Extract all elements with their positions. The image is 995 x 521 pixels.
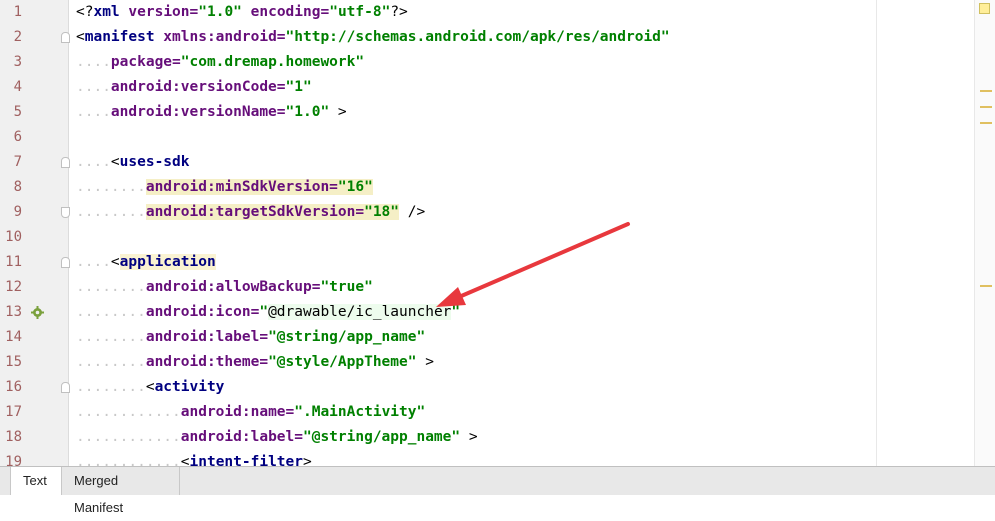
code-line-15: ........android:theme="@style/AppTheme" … — [76, 354, 434, 370]
tab-text[interactable]: Text — [10, 467, 62, 495]
code-line-12: ........android:allowBackup="true" — [76, 279, 373, 295]
code-editor[interactable]: 1 2 3 4 5 6 7 8 9 10 11 12 13 14 15 16 1… — [0, 0, 995, 466]
code-line-7: ....<uses-sdk — [76, 154, 190, 170]
line-number: 9 — [13, 204, 22, 220]
code-line-13: ........android:icon="@drawable/ic_launc… — [76, 304, 461, 320]
inspection-status-icon[interactable] — [979, 3, 990, 14]
code-line-19: ............<intent-filter> — [76, 454, 312, 466]
editor-bottom-tabs: Text Merged Manifest — [0, 466, 995, 515]
line-number-gutter: 1 2 3 4 5 6 7 8 9 10 11 12 13 14 15 16 1… — [0, 0, 70, 466]
line-number: 8 — [13, 179, 22, 195]
code-line-9: ........android:targetSdkVersion="18" /> — [76, 204, 426, 220]
line-number: 11 — [5, 254, 22, 270]
error-stripe[interactable] — [974, 0, 995, 466]
line-number: 10 — [5, 229, 22, 245]
fold-toggle-icon[interactable] — [61, 32, 70, 43]
fold-toggle-icon[interactable] — [61, 157, 70, 168]
line-number: 19 — [5, 454, 22, 466]
fold-toggle-icon[interactable] — [61, 257, 70, 268]
line-number: 1 — [13, 4, 22, 20]
code-line-17: ............android:name=".MainActivity" — [76, 404, 426, 420]
code-line-2: <manifest xmlns:android="http://schemas.… — [76, 29, 670, 45]
code-line-3: ....package="com.dremap.homework" — [76, 54, 365, 70]
warning-marker[interactable] — [980, 285, 992, 287]
gear-icon[interactable] — [31, 306, 44, 319]
line-number: 5 — [13, 104, 22, 120]
line-number: 18 — [5, 429, 22, 445]
line-number: 7 — [13, 154, 22, 170]
code-line-8: ........android:minSdkVersion="16" — [76, 179, 373, 195]
line-number: 3 — [13, 54, 22, 70]
code-line-14: ........android:label="@string/app_name" — [76, 329, 426, 345]
line-number: 14 — [5, 329, 22, 345]
warning-marker[interactable] — [980, 106, 992, 108]
code-line-5: ....android:versionName="1.0" > — [76, 104, 347, 120]
tab-merged-manifest[interactable]: Merged Manifest — [62, 467, 180, 515]
line-number: 17 — [5, 404, 22, 420]
code-line-16: ........<activity — [76, 379, 225, 395]
fold-toggle-icon[interactable] — [61, 382, 70, 393]
line-number: 6 — [13, 129, 22, 145]
line-number: 16 — [5, 379, 22, 395]
fold-toggle-icon[interactable] — [61, 207, 70, 218]
line-number: 13 — [5, 304, 22, 320]
line-number: 4 — [13, 79, 22, 95]
right-margin-guide — [876, 0, 877, 466]
line-number: 12 — [5, 279, 22, 295]
code-line-4: ....android:versionCode="1" — [76, 79, 312, 95]
code-line-18: ............android:label="@string/app_n… — [76, 429, 478, 445]
line-number: 2 — [13, 29, 22, 45]
code-area[interactable]: <?xml version="1.0" encoding="utf-8"?> <… — [70, 0, 973, 466]
code-line-1: <?xml version="1.0" encoding="utf-8"?> — [76, 4, 408, 20]
line-number: 15 — [5, 354, 22, 370]
warning-marker[interactable] — [980, 90, 992, 92]
warning-marker[interactable] — [980, 122, 992, 124]
code-line-11: ....<application — [76, 254, 216, 270]
